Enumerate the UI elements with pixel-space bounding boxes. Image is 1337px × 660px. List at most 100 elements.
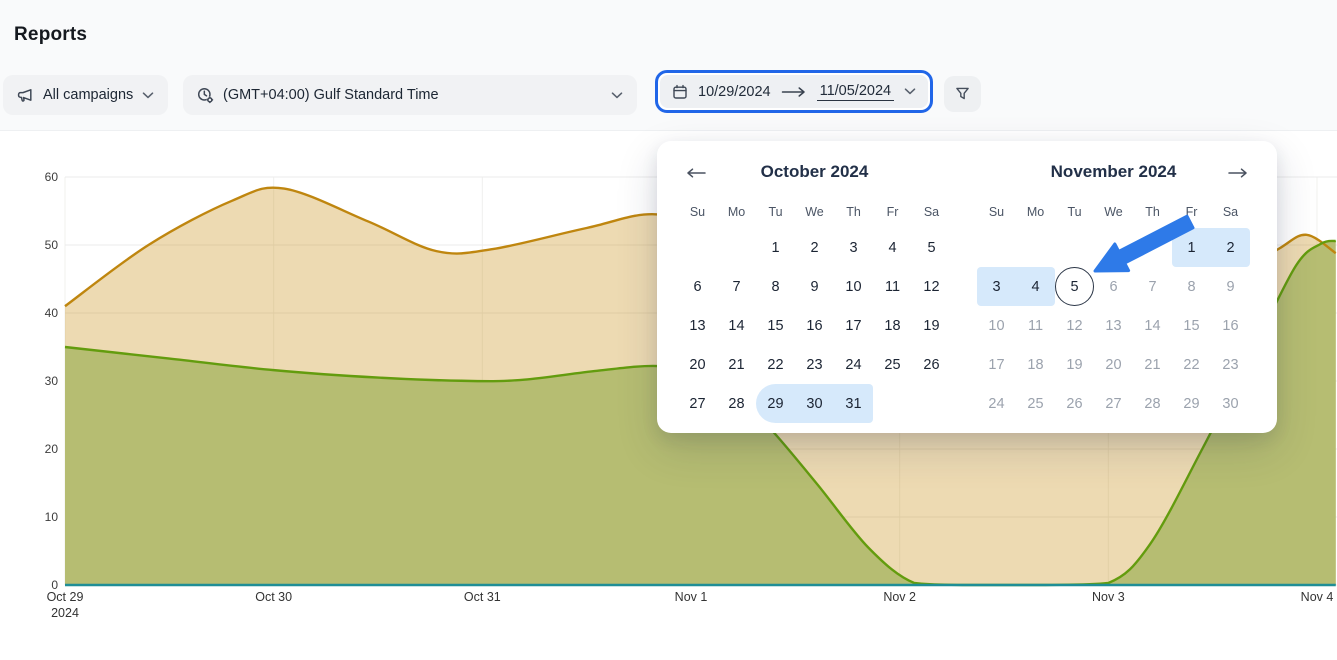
weekday-label: Th [1133, 202, 1172, 222]
calendar-day[interactable]: 6 [678, 267, 717, 306]
calendar-day[interactable]: 18 [1016, 345, 1055, 384]
calendar-day[interactable]: 26 [1055, 384, 1094, 423]
calendar-day[interactable]: 1 [1172, 228, 1211, 267]
y-axis-tick-label: 60 [45, 170, 59, 184]
calendar-day[interactable]: 3 [977, 267, 1016, 306]
calendar-day[interactable]: 18 [873, 306, 912, 345]
calendar-day[interactable]: 3 [834, 228, 873, 267]
x-axis-tick-label: Oct 29 [47, 590, 84, 604]
calendar-day[interactable]: 24 [977, 384, 1016, 423]
calendar-day[interactable]: 21 [1133, 345, 1172, 384]
date-range-picker[interactable]: 10/29/2024 11/05/2024 [655, 70, 933, 113]
calendar-day[interactable]: 5 [912, 228, 951, 267]
clock-settings-icon [197, 87, 214, 104]
weekday-label: Su [977, 202, 1016, 222]
campaigns-dropdown[interactable]: All campaigns [3, 75, 168, 115]
calendar-day[interactable]: 15 [1172, 306, 1211, 345]
day-grid: 1234567891011121314151617181920212223242… [678, 228, 951, 423]
calendar-day[interactable]: 4 [1016, 267, 1055, 306]
calendar-day[interactable]: 23 [1211, 345, 1250, 384]
calendar-day[interactable]: 12 [912, 267, 951, 306]
calendar-day[interactable]: 8 [1172, 267, 1211, 306]
calendar-day[interactable]: 9 [1211, 267, 1250, 306]
calendar-day[interactable]: 2 [1211, 228, 1250, 267]
calendar-day[interactable]: 6 [1094, 267, 1133, 306]
end-date-value[interactable]: 11/05/2024 [817, 83, 895, 101]
weekday-label: Tu [1055, 202, 1094, 222]
calendar-day[interactable]: 16 [795, 306, 834, 345]
calendar-day[interactable]: 12 [1055, 306, 1094, 345]
calendar-day[interactable]: 27 [678, 384, 717, 423]
weekday-label: Su [678, 202, 717, 222]
date-range-popup: October 2024 SuMoTuWeThFrSa 123456789101… [657, 141, 1277, 433]
calendar-day-selected-end[interactable]: 5 [1055, 267, 1094, 306]
calendar-day[interactable]: 4 [873, 228, 912, 267]
day-grid: 1234567891011121314151617181920212223242… [977, 228, 1250, 423]
toolbar-band: Reports All campaigns (GMT+04:00) Gulf S… [0, 0, 1337, 131]
calendar-day[interactable]: 31 [834, 384, 873, 423]
calendar-day[interactable]: 13 [1094, 306, 1133, 345]
y-axis-tick-label: 10 [45, 510, 59, 524]
calendar-day[interactable]: 22 [756, 345, 795, 384]
chevron-down-icon [611, 92, 623, 99]
weekday-label: Sa [912, 202, 951, 222]
calendar-day[interactable]: 19 [912, 306, 951, 345]
calendar-day[interactable]: 15 [756, 306, 795, 345]
calendar-day[interactable]: 1 [756, 228, 795, 267]
calendar-day[interactable]: 8 [756, 267, 795, 306]
calendar-day[interactable]: 7 [1133, 267, 1172, 306]
calendar-day[interactable]: 17 [834, 306, 873, 345]
calendar-day[interactable]: 14 [1133, 306, 1172, 345]
filter-button[interactable] [944, 76, 981, 112]
calendar-day-blank [678, 228, 717, 267]
x-axis-tick-label: Nov 2 [883, 590, 916, 604]
calendar-day[interactable]: 29 [1172, 384, 1211, 423]
calendar-day[interactable]: 26 [912, 345, 951, 384]
calendar-day[interactable]: 9 [795, 267, 834, 306]
calendar-day[interactable]: 11 [1016, 306, 1055, 345]
weekday-label: We [1094, 202, 1133, 222]
megaphone-icon [17, 87, 34, 104]
calendar-day[interactable]: 24 [834, 345, 873, 384]
start-date-value[interactable]: 10/29/2024 [698, 84, 771, 100]
calendar-day[interactable]: 29 [756, 384, 795, 423]
calendar-day[interactable]: 11 [873, 267, 912, 306]
calendar-day[interactable]: 28 [1133, 384, 1172, 423]
calendar-day[interactable]: 22 [1172, 345, 1211, 384]
filter-funnel-icon [955, 87, 970, 101]
calendar-day[interactable]: 20 [1094, 345, 1133, 384]
calendar-day[interactable]: 10 [834, 267, 873, 306]
x-axis-tick-label: Oct 31 [464, 590, 501, 604]
y-axis-tick-label: 40 [45, 306, 59, 320]
calendar-day[interactable]: 23 [795, 345, 834, 384]
calendar-day[interactable]: 27 [1094, 384, 1133, 423]
calendar-day[interactable]: 14 [717, 306, 756, 345]
arrow-right-icon [781, 86, 807, 98]
calendar-month-november: November 2024 SuMoTuWeThFrSa 12345678910… [977, 159, 1250, 423]
weekday-label: Fr [1172, 202, 1211, 222]
calendar-day[interactable]: 16 [1211, 306, 1250, 345]
calendar-day[interactable]: 13 [678, 306, 717, 345]
calendar-day[interactable]: 17 [977, 345, 1016, 384]
y-axis-tick-label: 20 [45, 442, 59, 456]
calendar-day[interactable]: 30 [1211, 384, 1250, 423]
calendar-day[interactable]: 19 [1055, 345, 1094, 384]
calendar-day[interactable]: 25 [1016, 384, 1055, 423]
calendar-day[interactable]: 7 [717, 267, 756, 306]
calendar-day[interactable]: 30 [795, 384, 834, 423]
y-axis-tick-label: 30 [45, 374, 59, 388]
timezone-dropdown[interactable]: (GMT+04:00) Gulf Standard Time [183, 75, 637, 115]
calendar-day[interactable]: 21 [717, 345, 756, 384]
x-axis-tick-label: Oct 30 [255, 590, 292, 604]
calendar-day[interactable]: 25 [873, 345, 912, 384]
calendar-day-blank [977, 228, 1016, 267]
calendar-day[interactable]: 10 [977, 306, 1016, 345]
calendar-day[interactable]: 28 [717, 384, 756, 423]
x-axis-tick-sublabel: 2024 [51, 606, 79, 620]
calendar-day-blank [1016, 228, 1055, 267]
calendar-day[interactable]: 20 [678, 345, 717, 384]
weekday-header: SuMoTuWeThFrSa [678, 202, 951, 222]
weekday-label: Th [834, 202, 873, 222]
calendar-day[interactable]: 2 [795, 228, 834, 267]
weekday-label: We [795, 202, 834, 222]
